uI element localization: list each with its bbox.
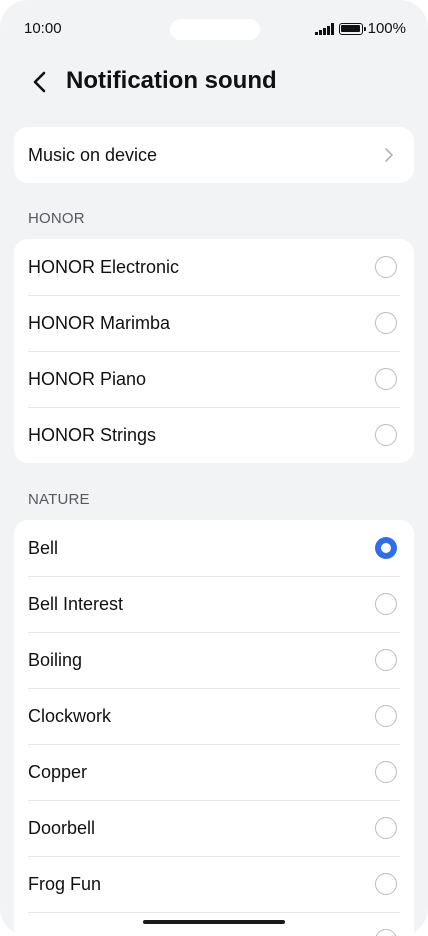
nature-sounds-card: Bell Bell Interest Boiling Clockwork Cop… [14, 520, 414, 936]
sound-item-label: HONOR Marimba [28, 312, 171, 333]
battery-icon [338, 22, 366, 35]
radio-button[interactable] [375, 424, 397, 446]
section-label-nature: NATURE [28, 491, 90, 508]
screen: 10:00 100% Notification sound Music on d… [0, 0, 428, 936]
home-indicator[interactable] [143, 920, 285, 924]
radio-button[interactable] [375, 705, 397, 727]
sound-item-label: HONOR Electronic [28, 256, 180, 277]
radio-button[interactable] [375, 256, 397, 278]
sound-item-bell[interactable]: Bell [14, 520, 414, 576]
sound-item-label: Bell Interest [28, 593, 124, 614]
sound-item-label: Doorbell [28, 817, 96, 838]
sound-item-label: Copper [28, 761, 88, 782]
sound-item-partial[interactable] [14, 912, 414, 936]
camera-cutout [170, 19, 260, 40]
status-time: 10:00 [24, 20, 62, 37]
music-on-device-item[interactable]: Music on device [14, 127, 414, 183]
sound-item-label: Boiling [28, 649, 83, 670]
radio-button-selected[interactable] [375, 537, 397, 559]
music-on-device-label: Music on device [28, 144, 158, 165]
sound-item-copper[interactable]: Copper [14, 744, 414, 800]
back-button[interactable] [28, 68, 52, 96]
sound-item-boiling[interactable]: Boiling [14, 632, 414, 688]
sound-item-honor-marimba[interactable]: HONOR Marimba [14, 295, 414, 351]
radio-button[interactable] [375, 649, 397, 671]
signal-icon [315, 22, 334, 35]
radio-button[interactable] [375, 929, 397, 936]
honor-sounds-card: HONOR Electronic HONOR Marimba HONOR Pia… [14, 239, 414, 463]
sound-item-honor-piano[interactable]: HONOR Piano [14, 351, 414, 407]
sound-item-label: HONOR Strings [28, 424, 157, 445]
radio-button[interactable] [375, 368, 397, 390]
chevron-right-icon [385, 148, 393, 162]
radio-button[interactable] [375, 873, 397, 895]
section-label-honor: HONOR [28, 210, 85, 227]
radio-button[interactable] [375, 761, 397, 783]
sound-item-label: Clockwork [28, 705, 112, 726]
sound-item-bell-interest[interactable]: Bell Interest [14, 576, 414, 632]
radio-button[interactable] [375, 312, 397, 334]
status-bar: 10:00 100% [0, 0, 428, 58]
page-title: Notification sound [66, 67, 277, 94]
battery-percent: 100% [367, 20, 406, 37]
sound-item-honor-electronic[interactable]: HONOR Electronic [14, 239, 414, 295]
sound-item-frog-fun[interactable]: Frog Fun [14, 856, 414, 912]
sound-item-doorbell[interactable]: Doorbell [14, 800, 414, 856]
sound-item-label: Frog Fun [28, 873, 102, 894]
radio-button[interactable] [375, 817, 397, 839]
sound-item-label: Bell [28, 537, 59, 558]
app-header: Notification sound [0, 60, 428, 104]
status-icons: 100% [315, 20, 406, 37]
chevron-left-icon [33, 71, 46, 93]
sound-item-clockwork[interactable]: Clockwork [14, 688, 414, 744]
music-on-device-card: Music on device [14, 127, 414, 183]
radio-button[interactable] [375, 593, 397, 615]
sound-item-honor-strings[interactable]: HONOR Strings [14, 407, 414, 463]
sound-item-label: HONOR Piano [28, 368, 147, 389]
